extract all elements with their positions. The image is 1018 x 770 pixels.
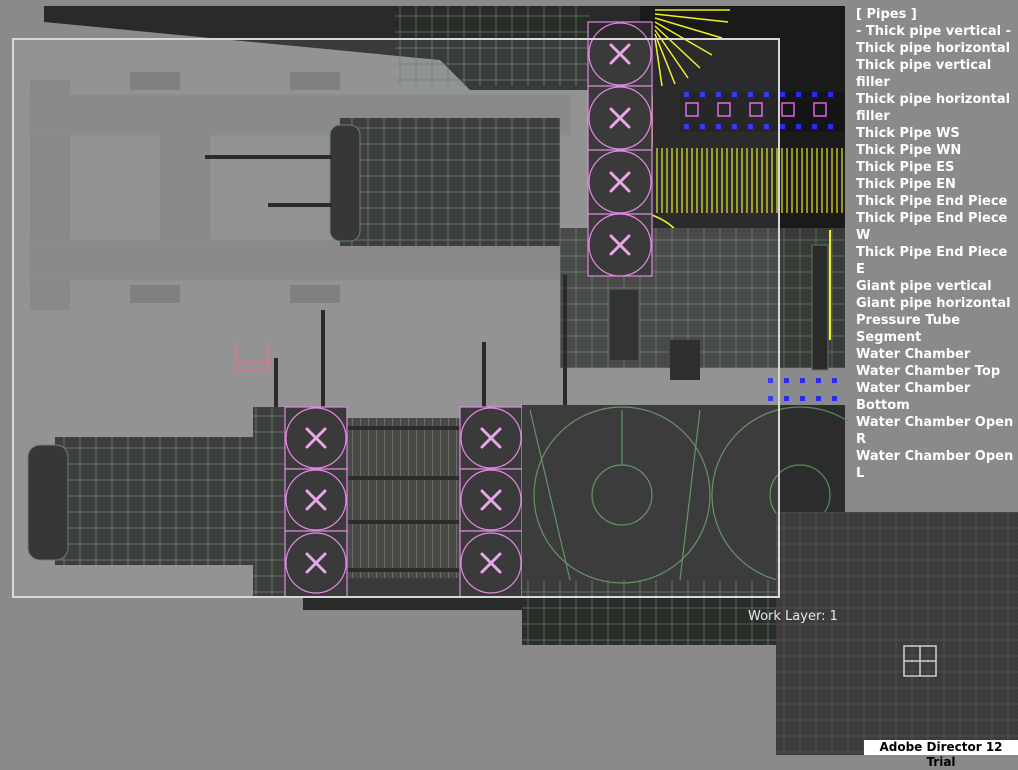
- palette-category-title: [ Pipes ]: [856, 7, 917, 22]
- palette-item[interactable]: Thick Pipe EN: [856, 176, 1016, 193]
- palette-item[interactable]: Thick pipe horizontal filler: [856, 91, 1016, 125]
- palette-item[interactable]: Thick Pipe WS: [856, 125, 1016, 142]
- palette-item[interactable]: Thick Pipe End Piece E: [856, 244, 1016, 278]
- palette-item[interactable]: - Thick pipe vertical -: [856, 23, 1016, 40]
- palette-item[interactable]: Thick pipe horizontal: [856, 40, 1016, 57]
- palette-item[interactable]: Giant pipe vertical: [856, 278, 1016, 295]
- trial-watermark: Adobe Director 12 Trial: [864, 740, 1018, 769]
- camera-selection-rect: [12, 38, 780, 598]
- palette-item[interactable]: Thick Pipe WN: [856, 142, 1016, 159]
- palette-item[interactable]: Water Chamber Top: [856, 363, 1016, 380]
- palette-item[interactable]: Water Chamber: [856, 346, 1016, 363]
- palette-item[interactable]: Thick Pipe ES: [856, 159, 1016, 176]
- palette-item[interactable]: Thick Pipe End Piece W: [856, 210, 1016, 244]
- bottom-right-grid: [776, 512, 1018, 755]
- palette-item[interactable]: Pressure Tube Segment: [856, 312, 1016, 346]
- tile-palette-list[interactable]: - Thick pipe vertical - Thick pipe horizo…: [856, 23, 1016, 482]
- palette-item[interactable]: Water Chamber Open L: [856, 448, 1016, 482]
- palette-item[interactable]: Giant pipe horizontal: [856, 295, 1016, 312]
- work-layer-indicator: Work Layer: 1: [748, 609, 838, 624]
- palette-item[interactable]: Water Chamber Bottom: [856, 380, 1016, 414]
- palette-item[interactable]: Water Chamber Open R: [856, 414, 1016, 448]
- palette-item[interactable]: Thick pipe vertical filler: [856, 57, 1016, 91]
- palette-item[interactable]: Thick Pipe End Piece: [856, 193, 1016, 210]
